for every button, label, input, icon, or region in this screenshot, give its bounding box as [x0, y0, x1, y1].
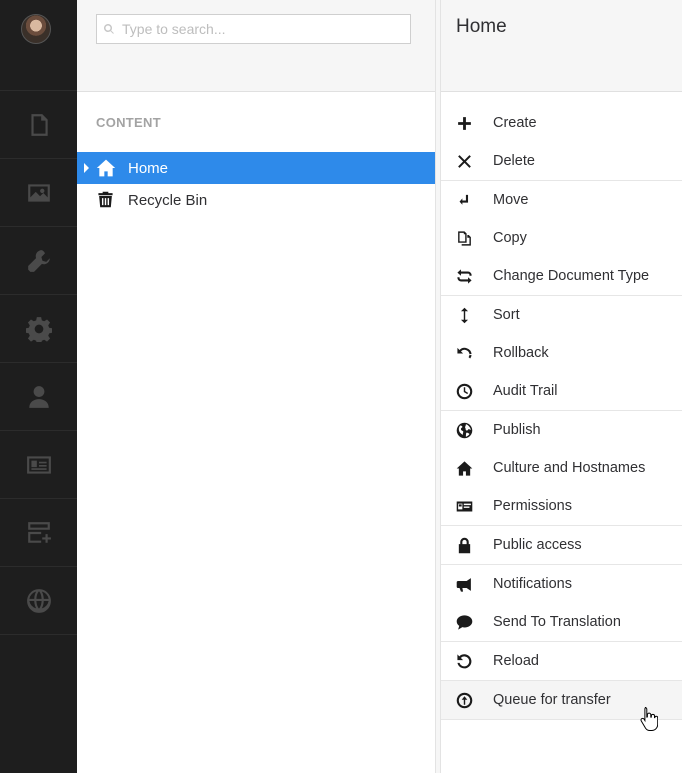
globe-icon — [456, 422, 473, 439]
copy-icon — [456, 230, 473, 247]
lock-icon — [456, 537, 473, 554]
nav-developer[interactable] — [0, 295, 77, 362]
move-arrow-icon — [456, 192, 473, 209]
action-rollback[interactable]: Rollback — [441, 334, 682, 372]
action-reload[interactable]: Reload — [441, 642, 682, 680]
x-icon — [456, 153, 473, 170]
action-sort[interactable]: Sort — [441, 296, 682, 334]
action-audit-trail[interactable]: Audit Trail — [441, 372, 682, 410]
tree-node-home[interactable]: Home — [77, 152, 435, 184]
clock-icon — [456, 383, 473, 400]
nav-content[interactable] — [0, 91, 77, 158]
actions-title: Home — [456, 16, 507, 37]
expand-caret-icon[interactable] — [84, 163, 89, 173]
action-public-access[interactable]: Public access — [441, 526, 682, 564]
actions-menu-panel: Home Create Delete Move Copy Change Docu… — [441, 0, 682, 773]
tree-node-recycle-bin[interactable]: Recycle Bin — [77, 184, 435, 216]
upload-circle-icon — [456, 692, 473, 709]
nav-users[interactable] — [0, 363, 77, 430]
action-notifications[interactable]: Notifications — [441, 565, 682, 603]
image-icon — [27, 183, 50, 202]
user-avatar[interactable] — [21, 14, 51, 44]
action-send-to-translation[interactable]: Send To Translation — [441, 603, 682, 641]
rail-divider — [0, 634, 77, 635]
search-input[interactable] — [122, 16, 402, 42]
user-icon — [28, 385, 49, 408]
tree-node-label: Recycle Bin — [128, 192, 208, 209]
id-card-icon — [456, 498, 473, 515]
trash-icon — [97, 190, 117, 210]
actions-header: Home — [441, 0, 682, 92]
nav-media[interactable] — [0, 159, 77, 226]
action-culture-and-hostnames[interactable]: Culture and Hostnames — [441, 449, 682, 487]
reload-icon — [456, 653, 473, 670]
nav-forms[interactable] — [0, 499, 77, 566]
content-tree-panel: CONTENT Home Recycle Bin — [77, 0, 435, 773]
gear-icon — [25, 316, 52, 342]
tree-header — [77, 0, 435, 92]
globe-icon — [26, 588, 51, 613]
search-icon — [103, 23, 114, 34]
action-change-document-type[interactable]: Change Document Type — [441, 257, 682, 295]
undo-icon — [456, 345, 473, 362]
document-icon — [30, 113, 48, 136]
action-copy[interactable]: Copy — [441, 219, 682, 257]
hand-cursor-icon — [640, 707, 658, 731]
plus-icon — [456, 115, 473, 132]
id-card-icon — [26, 455, 51, 474]
layout-add-icon — [27, 521, 51, 543]
nav-settings-tools[interactable] — [0, 227, 77, 294]
home-icon — [456, 460, 473, 477]
megaphone-icon — [456, 576, 473, 593]
swap-icon — [456, 268, 473, 285]
action-publish[interactable]: Publish — [441, 411, 682, 449]
wrench-icon — [27, 249, 50, 272]
action-delete[interactable]: Delete — [441, 142, 682, 180]
tree-section-title: CONTENT — [96, 115, 161, 130]
tree-node-label: Home — [128, 160, 169, 177]
home-icon — [96, 158, 116, 178]
sort-icon — [456, 307, 473, 324]
search-box[interactable] — [96, 14, 411, 44]
app-nav-rail — [0, 0, 77, 773]
action-create[interactable]: Create — [441, 104, 682, 142]
action-move[interactable]: Move — [441, 181, 682, 219]
nav-translation[interactable] — [0, 567, 77, 634]
speech-bubble-icon — [456, 614, 473, 631]
nav-members[interactable] — [0, 431, 77, 498]
action-permissions[interactable]: Permissions — [441, 487, 682, 525]
